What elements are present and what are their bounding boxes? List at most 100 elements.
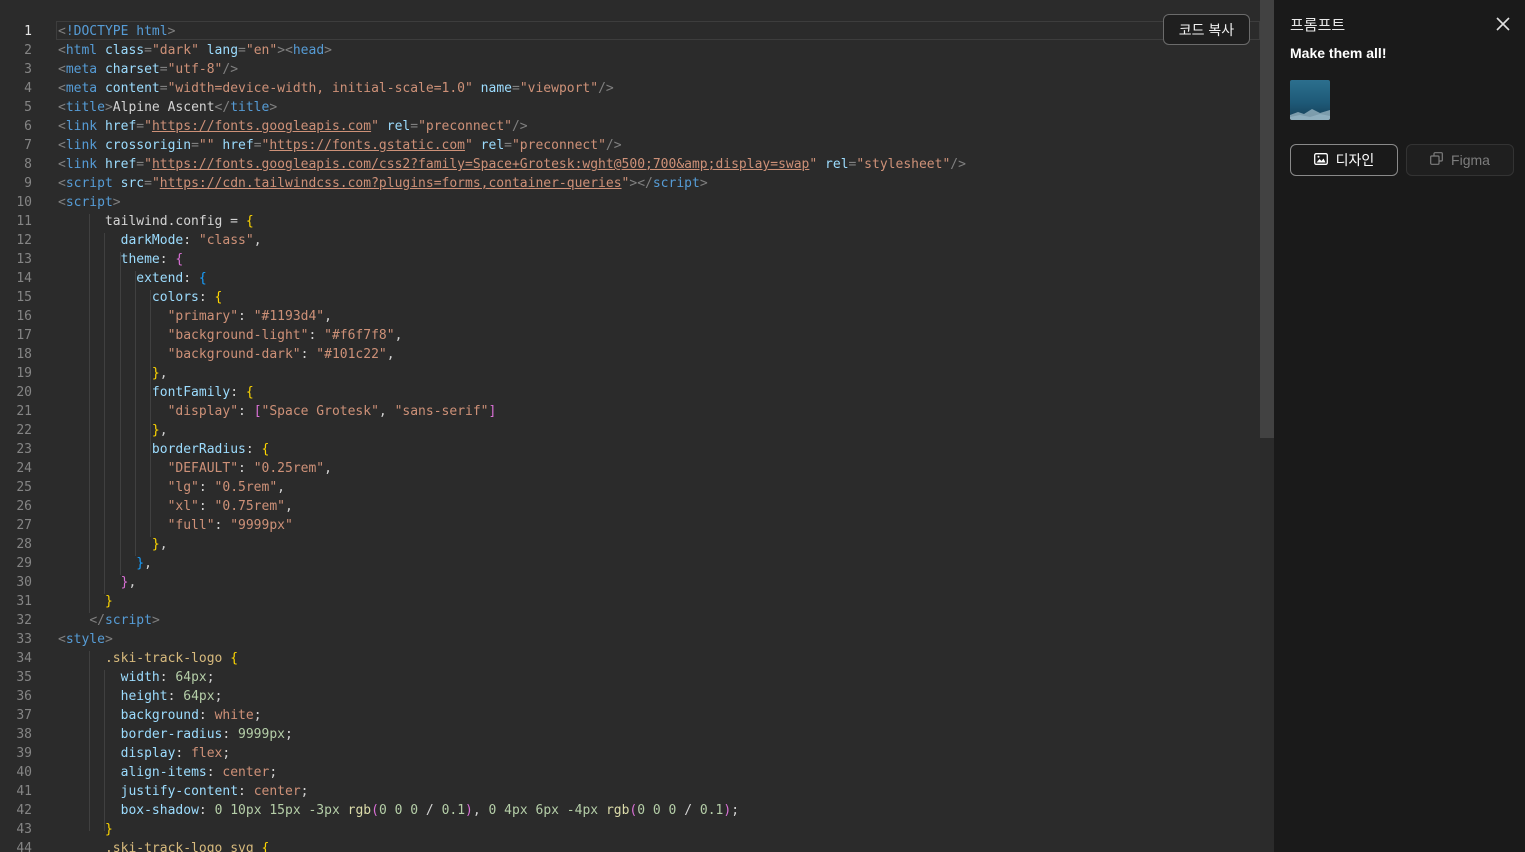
code-line: "lg": "0.5rem", xyxy=(58,478,285,497)
code-token: darkMode xyxy=(120,233,184,248)
code-token: https://cdn.tailwindcss.com?plugins=form… xyxy=(159,176,622,191)
code-editor[interactable]: 1 2 3 4 5 6 7 8 9 10 11 12 13 14 15 16 17 18 19 20 21 22 23 24 2… xyxy=(0,0,1274,852)
code-token: , xyxy=(324,461,332,476)
code-line: <link href="https://fonts.googleapis.com… xyxy=(58,155,966,174)
code-token: , xyxy=(159,537,168,552)
code-token: { xyxy=(198,271,207,286)
code-token: > xyxy=(269,100,278,115)
code-token: ( xyxy=(371,803,379,818)
code-token: borderRadius xyxy=(151,442,246,457)
code-token: "width=device-width, initial-scale=1.0" xyxy=(167,81,473,96)
prompt-panel: 프롬프트 Make them all! 디자인 Figma xyxy=(1274,0,1525,852)
code-line: "background-light": "#f6f7f8", xyxy=(58,326,403,345)
code-token: > xyxy=(324,43,332,58)
reference-image-thumbnail[interactable] xyxy=(1290,80,1330,120)
code-token: 0 0 0 xyxy=(637,803,677,818)
line-number: 38 xyxy=(16,727,32,742)
code-line: height: 64px; xyxy=(58,687,223,706)
code-token: , xyxy=(472,803,489,818)
line-number: 15 xyxy=(16,290,32,305)
line-number: 19 xyxy=(16,366,32,381)
code-token: "full" xyxy=(167,518,215,533)
code-token: meta xyxy=(65,81,98,96)
code-token: > xyxy=(151,613,160,628)
code-line: <html class="dark" lang="en"><head> xyxy=(58,41,332,60)
code-token: < xyxy=(58,24,66,39)
code-token: { xyxy=(230,651,239,666)
code-token: " xyxy=(144,157,152,172)
line-number: 44 xyxy=(16,841,32,852)
design-button-label: 디자인 xyxy=(1335,152,1375,168)
code-token: = xyxy=(238,43,246,58)
code-token: "stylesheet" xyxy=(856,157,951,172)
code-token: ; xyxy=(206,670,215,685)
line-number: 23 xyxy=(16,442,32,457)
code-line: <link href="https://fonts.googleapis.com… xyxy=(58,117,528,136)
code-line: "background-dark": "#101c22", xyxy=(58,345,395,364)
code-line: }, xyxy=(58,573,137,592)
code-line: "display": ["Space Grotesk", "sans-serif… xyxy=(58,402,497,421)
scrollbar-thumb[interactable] xyxy=(1260,0,1274,438)
code-area[interactable]: <!DOCTYPE html> <html class="dark" lang="… xyxy=(58,0,1260,852)
code-token: lang xyxy=(206,43,239,58)
copy-code-button[interactable]: 코드 복사 xyxy=(1163,14,1250,45)
code-token: "dark" xyxy=(151,43,199,58)
code-token: "0.75rem" xyxy=(214,499,285,514)
code-token: title xyxy=(230,100,270,115)
code-token: = xyxy=(253,138,262,153)
line-number: 32 xyxy=(16,613,32,628)
code-token: .ski-track-logo xyxy=(104,651,223,666)
code-token: { xyxy=(245,385,254,400)
code-token: = xyxy=(136,157,145,172)
code-token: , xyxy=(159,423,168,438)
close-icon[interactable] xyxy=(1493,14,1513,34)
figma-button[interactable]: Figma xyxy=(1406,144,1514,176)
design-button[interactable]: 디자인 xyxy=(1290,144,1398,176)
line-number: 39 xyxy=(16,746,32,761)
code-token: colors xyxy=(151,290,199,305)
code-line: .ski-track-logo svg { xyxy=(58,839,269,852)
code-token: < xyxy=(58,119,66,134)
code-token: ; xyxy=(214,689,223,704)
code-token: box-shadow xyxy=(120,803,199,818)
line-number: 11 xyxy=(16,214,32,229)
code-token: : xyxy=(245,442,262,457)
code-token: 64px xyxy=(183,689,215,704)
code-token: "sans-serif" xyxy=(394,404,489,419)
code-token: , xyxy=(378,404,395,419)
code-token: rel xyxy=(386,119,411,134)
code-line: }, xyxy=(58,421,168,440)
code-line: <!DOCTYPE html> xyxy=(58,22,175,41)
line-number: 26 xyxy=(16,499,32,514)
code-token: href xyxy=(104,157,137,172)
line-number: 20 xyxy=(16,385,32,400)
code-token: : xyxy=(198,480,215,495)
code-token: link xyxy=(65,138,98,153)
code-token: : xyxy=(198,499,215,514)
code-token: link xyxy=(65,119,98,134)
code-token: < xyxy=(58,138,66,153)
code-token: 9999px xyxy=(238,727,285,742)
code-token: ; xyxy=(222,746,231,761)
code-line: }, xyxy=(58,535,168,554)
code-line: border-radius: 9999px; xyxy=(58,725,293,744)
code-token: = xyxy=(410,119,419,134)
code-token: , xyxy=(394,328,403,343)
code-token: "DEFAULT" xyxy=(167,461,239,476)
line-number: 25 xyxy=(16,480,32,495)
